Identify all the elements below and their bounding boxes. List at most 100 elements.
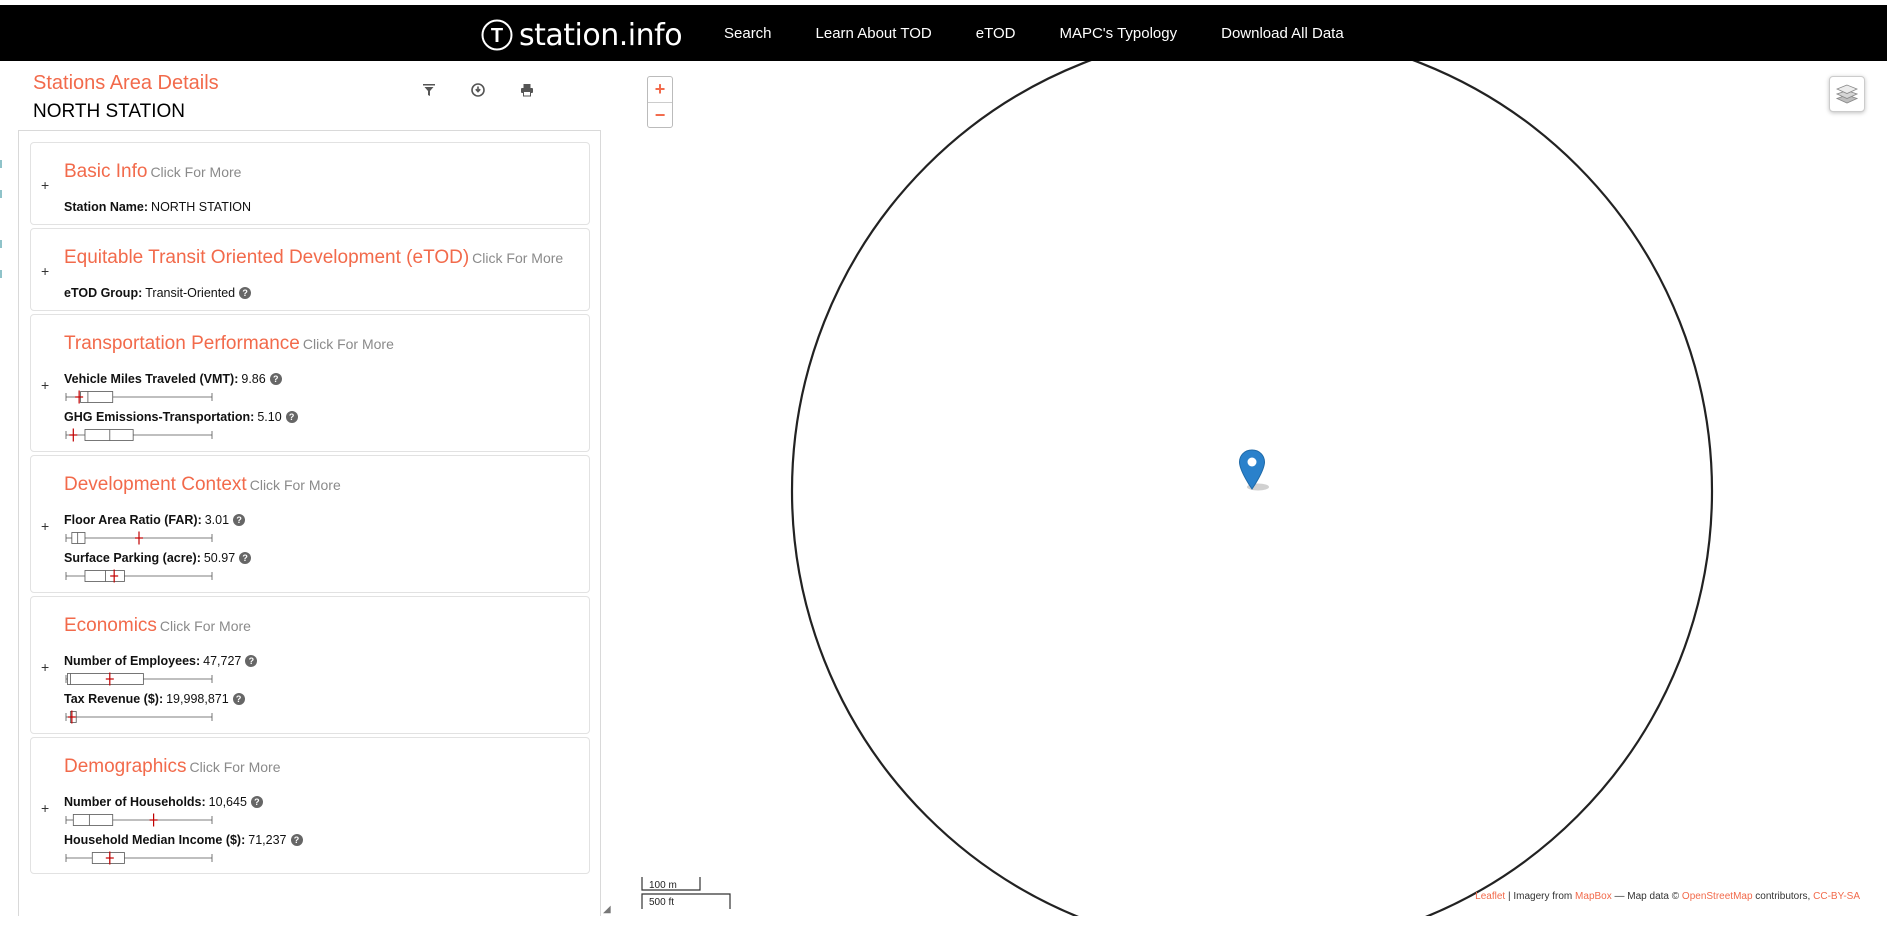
- card-development-context[interactable]: + Development Context Click For More Floo…: [30, 455, 590, 593]
- zoom-out-button[interactable]: −: [648, 102, 672, 128]
- help-icon[interactable]: ?: [250, 796, 263, 808]
- help-icon[interactable]: ?: [269, 373, 282, 385]
- metric-value: 71,237: [248, 833, 287, 847]
- help-icon[interactable]: ?: [239, 552, 252, 564]
- metric-label: Surface Parking (acre):: [64, 551, 201, 565]
- map-attribution: Leaflet | Imagery from MapBox — Map data…: [1475, 891, 1860, 902]
- help-icon[interactable]: ?: [245, 655, 258, 667]
- help-icon[interactable]: ?: [239, 287, 252, 299]
- expand-icon[interactable]: +: [41, 177, 49, 193]
- attribution-text: contributors,: [1752, 891, 1814, 902]
- nav-search[interactable]: Search: [724, 25, 772, 42]
- metric-far: Floor Area Ratio (FAR): 3.01?: [64, 513, 246, 527]
- zoom-control: + −: [647, 76, 673, 128]
- download-icon[interactable]: [469, 81, 487, 99]
- card-title: Economics: [64, 615, 157, 636]
- boxplot-households: [65, 813, 213, 827]
- click-for-more-link[interactable]: Click For More: [303, 336, 394, 352]
- metric-employees: Number of Employees: 47,727?: [64, 654, 258, 668]
- metric-vmt: Vehicle Miles Traveled (VMT): 9.86?: [64, 372, 282, 386]
- osm-link[interactable]: OpenStreetMap: [1682, 891, 1753, 902]
- metric-label: GHG Emissions-Transportation:: [64, 410, 255, 424]
- metric-value: NORTH STATION: [151, 200, 252, 214]
- metric-label: Number of Employees:: [64, 654, 201, 668]
- metric-value: 19,998,871: [166, 692, 229, 706]
- metric-tax-revenue: Tax Revenue ($): 19,998,871?: [64, 692, 245, 706]
- expand-icon[interactable]: +: [41, 659, 49, 675]
- attribution-text: | Imagery from: [1505, 891, 1576, 902]
- help-icon[interactable]: ?: [285, 411, 298, 423]
- boxplot-surface-parking: [65, 569, 213, 583]
- metric-value: 3.01: [204, 513, 230, 527]
- card-header[interactable]: Basic Info Click For More: [64, 161, 241, 183]
- metric-label: Vehicle Miles Traveled (VMT):: [64, 372, 239, 386]
- expand-icon[interactable]: +: [41, 518, 49, 534]
- metric-value: 47,727: [203, 654, 242, 668]
- filter-icon[interactable]: [420, 81, 438, 99]
- card-title: Demographics: [64, 756, 187, 777]
- metric-label: Station Name:: [64, 200, 149, 214]
- expand-icon[interactable]: +: [41, 377, 49, 393]
- metric-label: Number of Households:: [64, 795, 206, 809]
- click-for-more-link[interactable]: Click For More: [472, 250, 563, 266]
- expand-icon[interactable]: +: [41, 263, 49, 279]
- help-icon[interactable]: ?: [233, 514, 246, 526]
- card-demographics[interactable]: + Demographics Click For More Number of H…: [30, 737, 590, 874]
- boxplot-vmt: [65, 390, 213, 404]
- brand[interactable]: T station.info: [481, 15, 683, 55]
- metric-surface-parking: Surface Parking (acre): 50.97?: [64, 551, 252, 565]
- metric-ghg: GHG Emissions-Transportation: 5.10?: [64, 410, 298, 424]
- boxplot-median-income: [65, 851, 213, 865]
- boxplot-box: [80, 391, 114, 403]
- boxplot-far: [65, 531, 213, 545]
- nav-learn-about-tod[interactable]: Learn About TOD: [816, 25, 932, 42]
- nav-etod[interactable]: eTOD: [976, 25, 1016, 42]
- boxplot-box: [67, 673, 144, 685]
- card-header[interactable]: Demographics Click For More: [64, 756, 281, 778]
- license-link[interactable]: CC-BY-SA: [1813, 891, 1860, 902]
- click-for-more-link[interactable]: Click For More: [150, 164, 241, 180]
- card-title: Transportation Performance: [64, 333, 300, 354]
- leaflet-link[interactable]: Leaflet: [1475, 891, 1505, 902]
- resize-grip-icon[interactable]: ◢: [603, 904, 611, 915]
- metric-label: Floor Area Ratio (FAR):: [64, 513, 202, 527]
- boxplot-tax-revenue: [65, 710, 213, 724]
- expand-icon[interactable]: +: [41, 800, 49, 816]
- card-title: Development Context: [64, 474, 247, 495]
- main-nav: Search Learn About TOD eTOD MAPC's Typol…: [724, 5, 1388, 61]
- card-transportation-performance[interactable]: + Transportation Performance Click For Mo…: [30, 314, 590, 452]
- click-for-more-link[interactable]: Click For More: [160, 618, 251, 634]
- card-basic-info[interactable]: + Basic Info Click For More Station Name:…: [30, 142, 590, 225]
- nav-mapc-typology[interactable]: MAPC's Typology: [1059, 25, 1177, 42]
- scale-imperial: 500 ft: [649, 897, 675, 908]
- card-header[interactable]: Equitable Transit Oriented Development (…: [64, 247, 563, 269]
- left-edge-strip: [0, 160, 2, 278]
- card-header[interactable]: Transportation Performance Click For More: [64, 333, 394, 355]
- top-navbar: T station.info Search Learn About TOD eT…: [0, 0, 1887, 61]
- mapbox-link[interactable]: MapBox: [1575, 891, 1612, 902]
- map-canvas[interactable]: [632, 61, 1887, 916]
- brand-name: station.info: [519, 17, 683, 53]
- nav-download-all-data[interactable]: Download All Data: [1221, 25, 1344, 42]
- boxplot-box: [84, 429, 134, 441]
- help-icon[interactable]: ?: [232, 693, 245, 705]
- metric-label: Household Median Income ($):: [64, 833, 246, 847]
- metric-value: Transit-Oriented: [145, 286, 236, 300]
- card-header[interactable]: Development Context Click For More: [64, 474, 341, 496]
- t-logo-icon: T: [481, 19, 513, 51]
- card-etod[interactable]: + Equitable Transit Oriented Development…: [30, 228, 590, 311]
- metric-station-name: Station Name: NORTH STATION: [64, 200, 251, 214]
- card-title: Equitable Transit Oriented Development (…: [64, 247, 470, 268]
- zoom-in-button[interactable]: +: [648, 77, 672, 102]
- station-name: NORTH STATION: [33, 101, 185, 122]
- card-header[interactable]: Economics Click For More: [64, 615, 251, 637]
- card-title: Basic Info: [64, 161, 148, 182]
- click-for-more-link[interactable]: Click For More: [190, 759, 281, 775]
- layers-icon[interactable]: [1829, 76, 1865, 112]
- card-economics[interactable]: + Economics Click For More Number of Empl…: [30, 596, 590, 734]
- print-icon[interactable]: [518, 81, 536, 99]
- boxplot-box: [84, 570, 125, 582]
- help-icon[interactable]: ?: [290, 834, 303, 846]
- map-marker-icon[interactable]: [1238, 447, 1282, 493]
- click-for-more-link[interactable]: Click For More: [250, 477, 341, 493]
